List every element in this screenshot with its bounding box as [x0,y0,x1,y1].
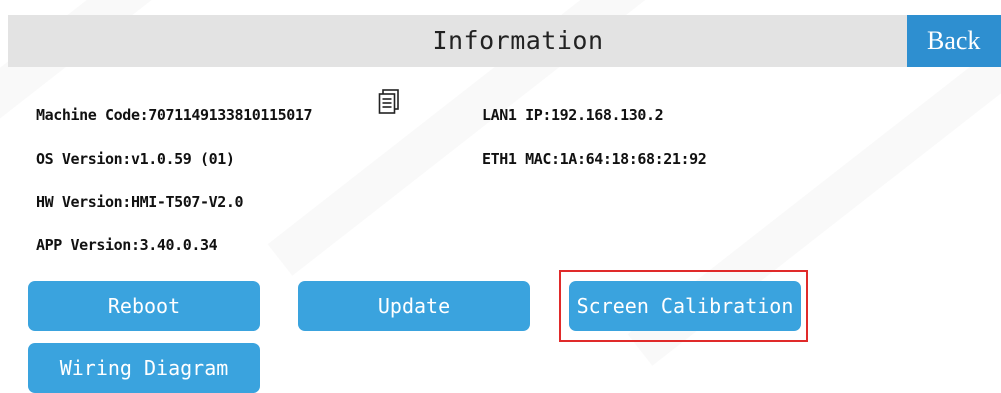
machine-code-text: Machine Code:7071149133810115017 [36,106,313,124]
screen-calibration-button[interactable]: Screen Calibration [569,281,801,331]
copy-icon[interactable] [378,89,400,115]
app-version-text: APP Version:3.40.0.34 [36,236,218,254]
os-version-text: OS Version:v1.0.59 (01) [36,150,235,168]
eth-mac-text: ETH1 MAC:1A:64:18:68:21:92 [482,150,707,168]
update-button[interactable]: Update [298,281,530,331]
title-bar: Information [8,15,993,67]
back-button[interactable]: Back [907,15,1001,67]
hw-version-text: HW Version:HMI-T507-V2.0 [36,193,244,211]
page-title: Information [432,26,604,55]
wiring-diagram-button[interactable]: Wiring Diagram [28,343,260,393]
lan-ip-text: LAN1 IP:192.168.130.2 [482,106,664,124]
reboot-button[interactable]: Reboot [28,281,260,331]
